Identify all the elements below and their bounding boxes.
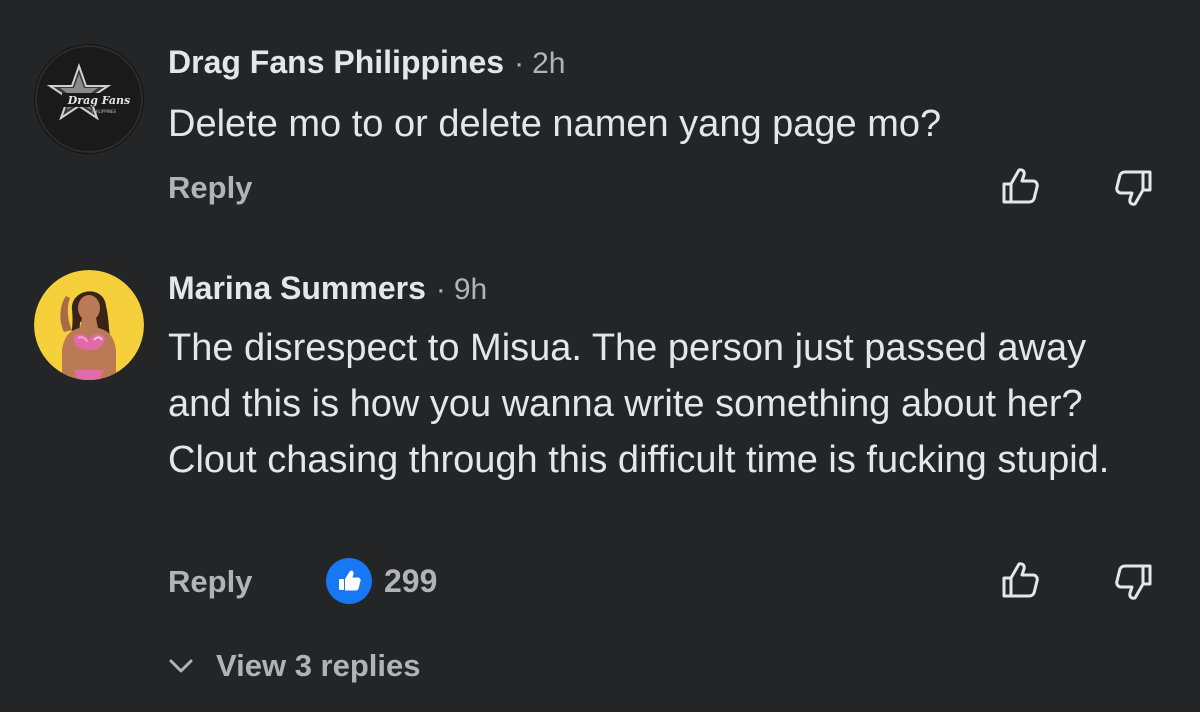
separator-dot: · [435, 273, 446, 306]
svg-text:PHILIPPINES: PHILIPPINES [92, 109, 117, 114]
downvote-button[interactable] [1112, 166, 1156, 210]
like-badge [326, 558, 372, 604]
separator-dot: · [514, 47, 525, 80]
avatar[interactable] [34, 270, 144, 380]
thumbs-up-icon [1002, 562, 1039, 598]
view-replies-label: View 3 replies [216, 648, 421, 683]
thumbs-down-icon [1115, 564, 1152, 600]
like-count: 299 [384, 562, 438, 599]
upvote-button[interactable] [998, 558, 1042, 602]
comment-text: The disrespect to Misua. The person just… [168, 327, 1110, 481]
like-icon [339, 570, 361, 591]
author-name[interactable]: Marina Summers [168, 270, 426, 307]
timestamp[interactable]: 2h [532, 47, 565, 81]
downvote-button[interactable] [1112, 560, 1156, 604]
thumbs-down-icon [1115, 170, 1152, 206]
chevron-down-icon [169, 659, 193, 673]
view-replies-button[interactable]: View 3 replies [168, 648, 421, 684]
author-name[interactable]: Drag Fans Philippines [168, 44, 504, 81]
profile-photo-icon [34, 270, 144, 380]
upvote-button[interactable] [998, 164, 1042, 208]
reaction-summary[interactable]: 299 [326, 558, 437, 604]
comment-header: Marina Summers · 9h [168, 270, 487, 310]
reply-button[interactable]: Reply [168, 564, 252, 600]
svg-text:Drag Fans: Drag Fans [67, 94, 131, 107]
comment-text: Delete mo to or delete namen yang page m… [168, 103, 942, 145]
comment-header: Drag Fans Philippines · 2h [168, 44, 565, 84]
timestamp[interactable]: 9h [454, 273, 487, 307]
reply-button[interactable]: Reply [168, 170, 252, 206]
thumbs-up-icon [1002, 168, 1039, 204]
avatar[interactable]: Drag Fans PHILIPPINES [34, 44, 144, 154]
star-logo-icon: Drag Fans PHILIPPINES [34, 44, 144, 154]
